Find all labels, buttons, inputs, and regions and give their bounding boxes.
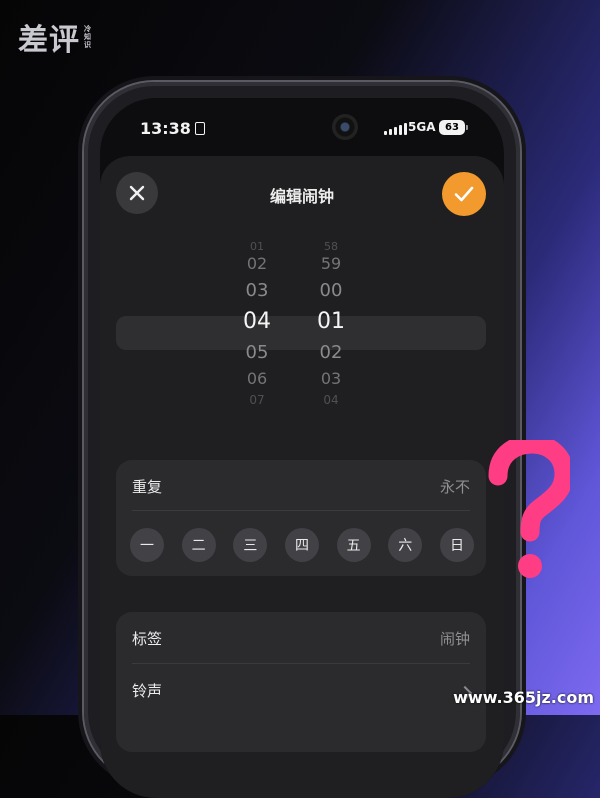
day-toggle-sun[interactable]: 日: [439, 528, 474, 562]
hour-option[interactable]: 07: [232, 393, 282, 407]
watermark-text: www.365jz.com: [453, 688, 594, 707]
network-type: 5GA: [408, 120, 436, 134]
brand-logo-sub-1: 冷: [84, 25, 91, 33]
calendar-icon: [194, 122, 205, 135]
day-toggle-mon[interactable]: 一: [130, 528, 164, 562]
day-toggle-tue[interactable]: 二: [181, 528, 216, 562]
weekday-selector: 一 二 三 四 五 六 日: [130, 528, 474, 562]
brand-logo-sub-2: 知: [84, 33, 91, 41]
day-toggle-thu[interactable]: 四: [284, 528, 319, 562]
hour-option[interactable]: 06: [232, 369, 282, 388]
front-camera: [332, 114, 358, 140]
hour-option[interactable]: 03: [232, 280, 282, 301]
signal-icon: [384, 123, 407, 135]
brand-logo-sub-3: 识: [84, 41, 91, 49]
repeat-card: 重复 永不 一 二 三 四 五 六 日: [116, 460, 486, 576]
minute-option[interactable]: 02: [306, 342, 356, 363]
repeat-value[interactable]: 永不: [440, 476, 470, 497]
hour-option[interactable]: 01: [232, 240, 282, 253]
brand-logo-main: 差评: [18, 23, 80, 58]
brand-logo-sub: 冷 知 识: [84, 25, 91, 49]
divider: [132, 510, 470, 511]
status-bar: 13:38 5GA 63: [100, 98, 504, 158]
minute-option[interactable]: 58: [306, 240, 356, 253]
confirm-button[interactable]: [442, 172, 486, 216]
brand-logo: 差评 冷 知 识: [18, 20, 91, 58]
day-toggle-wed[interactable]: 三: [233, 528, 268, 562]
battery-icon: 63: [439, 120, 468, 135]
minute-selected[interactable]: 01: [306, 309, 356, 334]
minute-option[interactable]: 00: [306, 280, 356, 301]
hour-option[interactable]: 02: [232, 254, 282, 273]
minute-option[interactable]: 04: [306, 393, 356, 407]
status-time: 13:38: [140, 119, 205, 138]
phone-screen: 13:38 5GA 63 编辑闹钟 01 02 03 04 05 06 07 5…: [100, 98, 504, 798]
time-picker-selection-band: [116, 316, 486, 350]
divider: [132, 663, 470, 664]
label-row-value: 闹钟: [439, 630, 470, 648]
question-mark-overlay: [488, 440, 570, 578]
battery-level: 63: [445, 122, 459, 133]
minute-option[interactable]: 59: [306, 254, 356, 273]
label-row-title: 标签: [132, 630, 163, 648]
minute-option[interactable]: 03: [306, 369, 356, 388]
alarm-edit-sheet: 编辑闹钟 01 02 03 04 05 06 07 58 59 00 01 02…: [100, 156, 504, 798]
day-toggle-sat[interactable]: 六: [388, 528, 423, 562]
hour-option[interactable]: 05: [232, 342, 282, 363]
repeat-label: 重复: [132, 478, 163, 496]
phone-frame: 13:38 5GA 63 编辑闹钟 01 02 03 04 05 06 07 5…: [84, 82, 520, 798]
ringtone-row-title: 铃声: [132, 682, 163, 700]
hour-selected[interactable]: 04: [232, 309, 282, 334]
alarm-settings-card: 标签 闹钟 铃声: [116, 612, 486, 752]
day-toggle-fri[interactable]: 五: [336, 528, 371, 562]
checkmark-icon: [454, 186, 474, 202]
status-time-text: 13:38: [140, 119, 191, 138]
